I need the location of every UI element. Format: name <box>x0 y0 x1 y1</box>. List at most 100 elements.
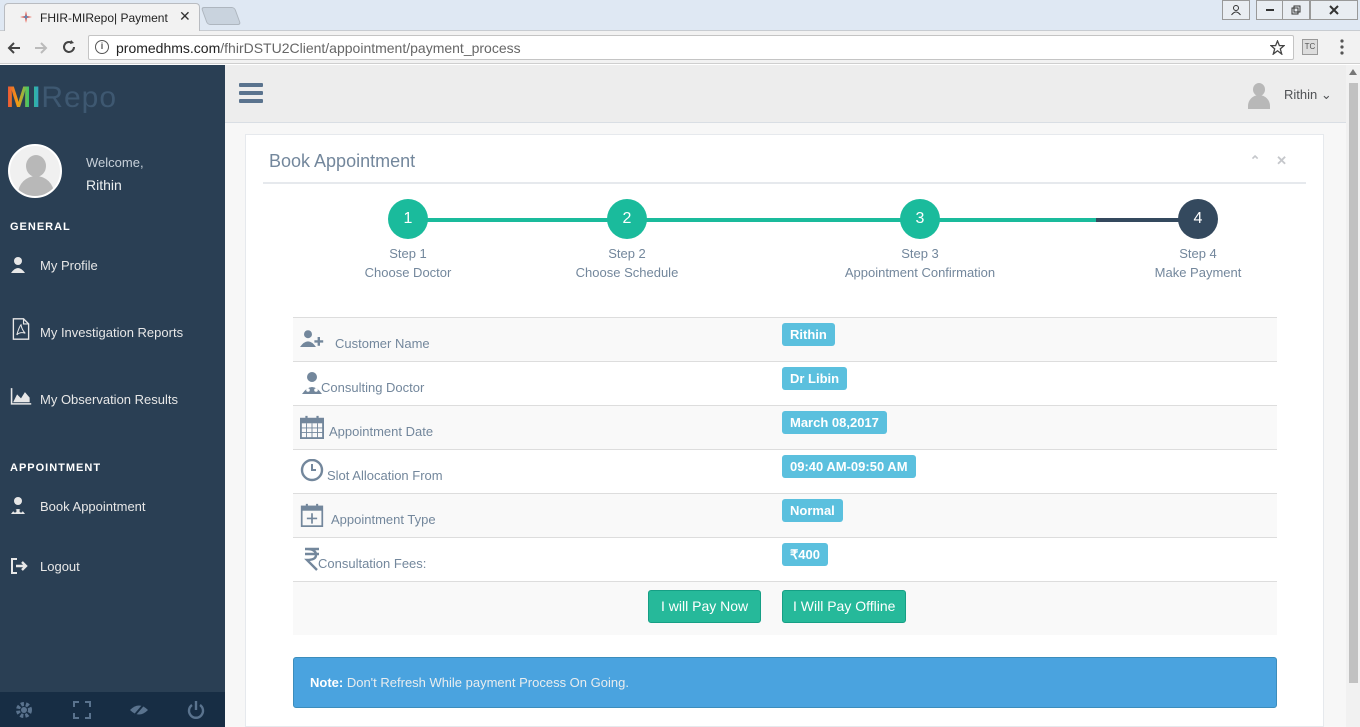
section-appointment: APPOINTMENT <box>10 462 102 474</box>
browser-menu-icon[interactable] <box>1339 39 1345 55</box>
close-window-button[interactable] <box>1310 0 1358 20</box>
main-content: Book Appointment ⌃ ✕ 1 2 3 4 Step 1 Choos… <box>225 123 1346 727</box>
table-row-slot-allocation: Slot Allocation From 09:40 AM-09:50 AM <box>293 449 1277 493</box>
power-icon[interactable] <box>186 700 206 720</box>
row-label: Consulting Doctor <box>321 380 425 395</box>
note-prefix: Note: <box>310 675 344 690</box>
sidebar-item-label: My Observation Results <box>40 392 178 407</box>
panel-divider <box>263 182 1306 184</box>
user-md-icon <box>11 497 25 514</box>
menu-toggle-icon[interactable] <box>239 83 263 103</box>
sidebar-item-book-appointment[interactable]: Book Appointment <box>0 492 225 522</box>
panel-toolbox: ⌃ ✕ <box>1238 153 1287 169</box>
pay-offline-button[interactable]: I Will Pay Offline <box>782 590 907 623</box>
chevron-down-icon: ⌄ <box>1320 87 1332 102</box>
sidebar-item-label: My Profile <box>40 258 98 273</box>
wizard-step-1-label: Step 1 Choose Doctor <box>308 244 508 282</box>
wizard-step-1-circle[interactable]: 1 <box>388 199 428 239</box>
eye-slash-icon[interactable] <box>129 700 149 720</box>
fullscreen-icon[interactable] <box>72 700 92 720</box>
row-label: Consultation Fees: <box>318 556 427 571</box>
wizard-step-2-circle[interactable]: 2 <box>607 199 647 239</box>
row-label: Customer Name <box>335 336 430 351</box>
wizard-step-4-label: Step 4 Make Payment <box>1098 244 1298 282</box>
row-label: Appointment Date <box>329 424 434 439</box>
minimize-button[interactable] <box>1256 0 1284 20</box>
row-label: Appointment Type <box>331 512 436 527</box>
minimize-icon <box>1266 9 1274 11</box>
row-label: Slot Allocation From <box>327 468 443 483</box>
sidebar-item-my-profile[interactable]: My Profile <box>0 251 225 281</box>
close-icon[interactable]: ✕ <box>1276 153 1287 168</box>
payment-actions: I will Pay Now I Will Pay Offline <box>293 581 1277 635</box>
gear-icon[interactable] <box>14 700 34 720</box>
restore-button[interactable] <box>1282 0 1310 20</box>
table-row-appointment-date: Appointment Date March 08,2017 <box>293 405 1277 449</box>
bookmark-star-icon[interactable] <box>1270 40 1285 55</box>
panel-title: Book Appointment <box>269 151 416 171</box>
restore-icon <box>1291 5 1301 15</box>
step-desc: Make Payment <box>1154 265 1242 280</box>
browser-tab[interactable]: FHIR-MIRepo| Payment ✕ <box>4 3 200 31</box>
sign-out-icon <box>11 558 28 574</box>
favicon-icon <box>20 11 32 23</box>
logo-mark: MI <box>6 81 42 114</box>
logo-text: Repo <box>41 81 118 114</box>
collapse-icon[interactable]: ⌃ <box>1250 153 1261 168</box>
user-menu[interactable]: Rithin ⌄ <box>1284 87 1332 103</box>
url-path: /fhirDSTU2Client/appointment/payment_pro… <box>220 40 521 56</box>
wizard-step-2-label: Step 2 Choose Schedule <box>527 244 727 282</box>
sidebar-item-observation-results[interactable]: My Observation Results <box>0 385 225 415</box>
table-row-consulting-doctor: Consulting Doctor Dr Libin <box>293 361 1277 405</box>
appointment-date-value: March 08,2017 <box>782 411 887 434</box>
book-appointment-panel: Book Appointment ⌃ ✕ 1 2 3 4 Step 1 Choos… <box>245 134 1324 727</box>
consultation-fees-value: ₹400 <box>782 543 828 566</box>
customer-name-value: Rithin <box>782 323 835 346</box>
table-row-customer-name: Customer Name Rithin <box>293 317 1277 361</box>
step-title: Step 2 <box>608 246 646 261</box>
sidebar-item-label: Logout <box>40 559 80 574</box>
consulting-doctor-value: Dr Libin <box>782 367 848 390</box>
forward-icon[interactable] <box>33 40 49 56</box>
slot-allocation-value: 09:40 AM-09:50 AM <box>782 455 916 478</box>
user-menu-name: Rithin <box>1284 87 1318 102</box>
url-text: promedhms.com/fhirDSTU2Client/appointmen… <box>116 40 521 56</box>
payment-note-alert: Note: Don't Refresh While payment Proces… <box>293 657 1277 708</box>
pdf-file-icon <box>12 318 30 340</box>
scrollbar-thumb[interactable] <box>1349 83 1358 683</box>
site-info-icon[interactable]: i <box>95 40 109 54</box>
sidebar-item-investigation-reports[interactable]: My Investigation Reports <box>0 318 225 348</box>
section-general: GENERAL <box>10 221 71 233</box>
appointment-details-table: Customer Name Rithin Consulting Doctor D… <box>293 317 1277 635</box>
area-chart-icon <box>10 388 32 405</box>
appointment-type-value: Normal <box>782 499 843 522</box>
pay-now-button[interactable]: I will Pay Now <box>648 590 762 623</box>
user-plus-icon <box>300 330 324 347</box>
sidebar: MIRepo Welcome, Rithin GENERAL My Profil… <box>0 65 225 727</box>
wizard-step-3-label: Step 3 Appointment Confirmation <box>820 244 1020 282</box>
reload-icon[interactable] <box>61 39 77 55</box>
wizard-step-3-circle[interactable]: 3 <box>900 199 940 239</box>
user-icon <box>11 257 25 273</box>
back-icon[interactable] <box>6 40 22 56</box>
user-avatar-icon[interactable] <box>1246 81 1272 109</box>
tab-close-icon[interactable]: ✕ <box>179 8 191 25</box>
wizard-step-4-circle[interactable]: 4 <box>1178 199 1218 239</box>
extension-icon[interactable]: TC <box>1302 39 1318 55</box>
page-scrollbar[interactable] <box>1346 65 1360 727</box>
sidebar-item-label: Book Appointment <box>40 499 146 514</box>
profile-window-button[interactable] <box>1222 0 1250 20</box>
scroll-up-icon[interactable] <box>1349 69 1357 75</box>
welcome-label: Welcome, <box>86 155 144 170</box>
url-input[interactable]: i promedhms.com/fhirDSTU2Client/appointm… <box>88 35 1294 60</box>
step-title: Step 1 <box>389 246 427 261</box>
tab-title: FHIR-MIRepo| Payment <box>40 11 168 25</box>
sidebar-item-logout[interactable]: Logout <box>0 552 225 582</box>
new-tab-button[interactable] <box>200 7 242 25</box>
sidebar-footer <box>0 692 225 727</box>
wizard-progress-done <box>408 218 1135 222</box>
top-navbar: Rithin ⌄ <box>225 65 1346 123</box>
table-row-consultation-fees: Consultation Fees: ₹400 <box>293 537 1277 581</box>
step-title: Step 4 <box>1179 246 1217 261</box>
app-logo[interactable]: MIRepo <box>6 81 117 115</box>
